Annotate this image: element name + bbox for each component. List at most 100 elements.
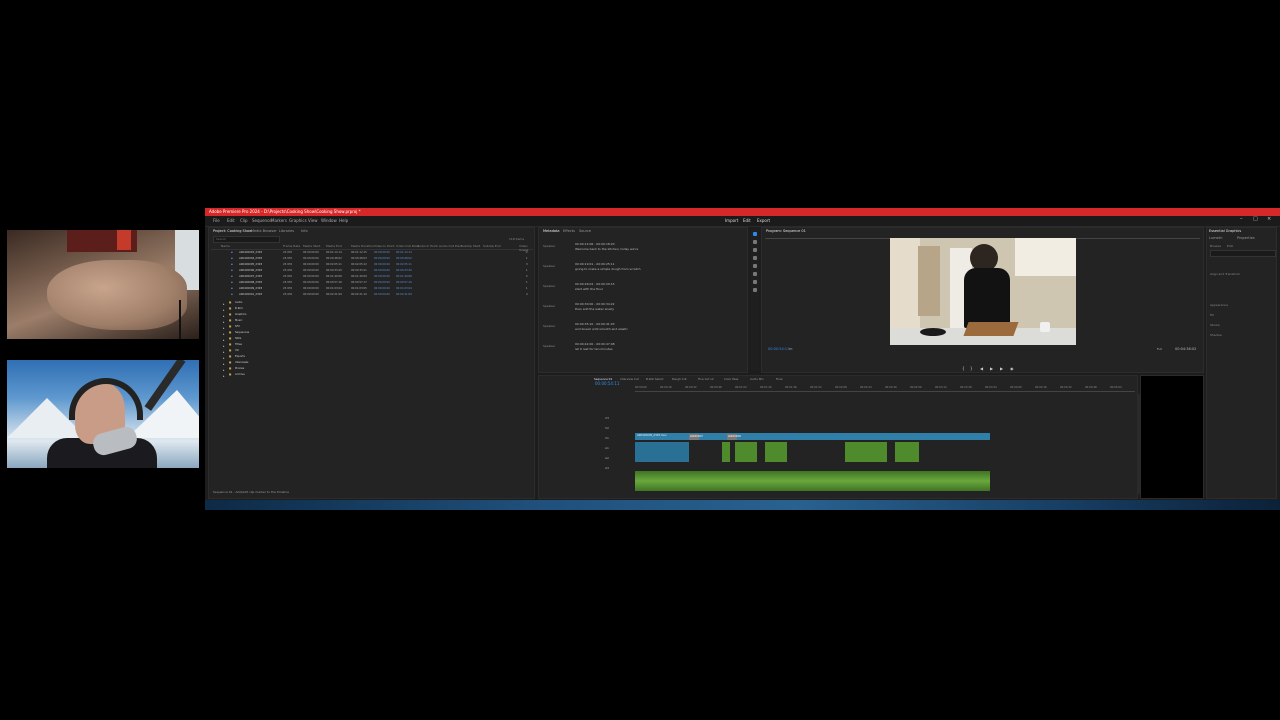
v2-clip-1[interactable]: A004C0007 bbox=[689, 434, 703, 440]
pen-tool-icon[interactable] bbox=[753, 272, 757, 276]
a1-clip-blue[interactable] bbox=[635, 442, 689, 462]
track-header[interactable]: A3 bbox=[605, 466, 609, 470]
a1-clip-green-1[interactable] bbox=[722, 442, 730, 462]
menu-markers[interactable]: Markers bbox=[271, 218, 287, 223]
ripple-edit-icon[interactable] bbox=[753, 248, 757, 252]
program-timecode[interactable]: 00:00:54:11 bbox=[768, 347, 789, 351]
menu-sequence[interactable]: Sequence bbox=[252, 218, 272, 223]
bin-item[interactable]: ▸ ■ Audio bbox=[211, 301, 531, 306]
expand-icon[interactable]: ▸ bbox=[223, 362, 225, 366]
bin-item[interactable]: ▸ ■ SFX bbox=[211, 325, 531, 330]
table-row[interactable]: ▪ A004C0008_2303 23.976 00:00:00:00 00:00:57… bbox=[211, 281, 531, 286]
bin-item[interactable]: ▸ ■ Graphics bbox=[211, 313, 531, 318]
bin-item[interactable]: ▸ ■ Music bbox=[211, 319, 531, 324]
expand-icon[interactable]: ▸ bbox=[223, 356, 225, 360]
table-row[interactable]: ▪ A004C0009_2303 23.976 00:00:00:00 00:01:03… bbox=[211, 287, 531, 292]
razor-tool-icon[interactable] bbox=[753, 256, 757, 260]
bin-item[interactable]: ▸ ■ Proxies bbox=[211, 367, 531, 372]
col-media-end[interactable]: Media End bbox=[326, 244, 342, 248]
track-select-icon[interactable] bbox=[753, 240, 757, 244]
expand-icon[interactable]: ▸ bbox=[223, 338, 225, 342]
sequence-tab[interactable]: B-Roll Select bbox=[646, 377, 664, 381]
table-row[interactable]: ▪ A004C0006_2303 23.976 00:00:00:00 00:00:33… bbox=[211, 269, 531, 274]
sequence-tab[interactable]: Audio Mix bbox=[750, 377, 764, 381]
hand-tool-icon[interactable] bbox=[753, 280, 757, 284]
menu-help[interactable]: Help bbox=[339, 218, 348, 223]
a1-clip-green-4[interactable] bbox=[845, 442, 887, 462]
tab-project[interactable]: Project: Cooking Show bbox=[213, 229, 252, 233]
workspace-edit[interactable]: Edit bbox=[743, 218, 751, 223]
slip-tool-icon[interactable] bbox=[753, 264, 757, 268]
a1-clip-green-3[interactable] bbox=[765, 442, 787, 462]
bin-item[interactable]: ▸ ■ Archive bbox=[211, 373, 531, 378]
tab-program[interactable]: Program: Sequence 01 bbox=[766, 229, 806, 233]
a3-music-clip[interactable] bbox=[635, 471, 990, 491]
table-row[interactable]: ▪ A004C0003_2303 23.976 00:00:00:00 00:01:12… bbox=[211, 251, 531, 256]
col-frame-rate[interactable]: Frame Rate bbox=[283, 244, 300, 248]
quality-dropdown[interactable]: Full bbox=[1157, 347, 1162, 351]
menu-file[interactable]: File bbox=[213, 218, 220, 223]
mark-in-icon[interactable]: { bbox=[962, 366, 965, 371]
bin-item[interactable]: ▸ ■ Sequences bbox=[211, 331, 531, 336]
track-header[interactable]: V2 bbox=[605, 426, 609, 430]
sequence-tab[interactable]: Rough Cut bbox=[672, 377, 687, 381]
step-back-icon[interactable]: ◀ bbox=[980, 366, 983, 371]
mark-out-icon[interactable]: } bbox=[970, 366, 973, 371]
menu-window[interactable]: Window bbox=[321, 218, 337, 223]
sequence-tab[interactable]: Color Pass bbox=[724, 377, 738, 381]
tab-source[interactable]: Source bbox=[579, 229, 591, 233]
track-header[interactable]: A2 bbox=[605, 456, 609, 460]
expand-icon[interactable]: ▸ bbox=[223, 350, 225, 354]
tab-properties[interactable]: Properties bbox=[1237, 236, 1255, 240]
workspace-import[interactable]: Import bbox=[725, 218, 738, 223]
sequence-tab[interactable]: Final bbox=[776, 377, 782, 381]
timeline-timecode[interactable]: 00:00:54:11 bbox=[595, 381, 619, 386]
expand-icon[interactable]: ▸ bbox=[223, 326, 225, 330]
export-frame-icon[interactable]: ◉ bbox=[1010, 366, 1014, 371]
col-subclip-start[interactable]: Subclip Start bbox=[461, 244, 480, 248]
sequence-tab[interactable]: Interview Cut bbox=[620, 377, 639, 381]
table-row[interactable]: ▪ A004C0005_2303 23.976 00:00:00:00 00:02:05… bbox=[211, 263, 531, 268]
bin-item[interactable]: ▸ ■ Stills bbox=[211, 337, 531, 342]
bin-item[interactable]: ▸ ■ Interviews bbox=[211, 361, 531, 366]
table-row[interactable]: ▪ A004C0007_2303 23.976 00:00:00:00 00:01:40… bbox=[211, 275, 531, 280]
close-button[interactable]: × bbox=[1267, 216, 1271, 222]
expand-icon[interactable]: ▸ bbox=[223, 368, 225, 372]
workspace-export[interactable]: Export bbox=[757, 218, 770, 223]
bin-item[interactable]: ▸ ■ B-Roll bbox=[211, 307, 531, 312]
a1-clip-green-2[interactable] bbox=[735, 442, 757, 462]
track-header[interactable]: V1 bbox=[605, 436, 609, 440]
menu-clip[interactable]: Clip bbox=[240, 218, 248, 223]
menu-graphics[interactable]: Graphics bbox=[289, 218, 307, 223]
project-search-input[interactable]: Search bbox=[213, 236, 280, 243]
expand-icon[interactable]: ▸ bbox=[223, 314, 225, 318]
bin-item[interactable]: ▸ ■ Exports bbox=[211, 355, 531, 360]
col-name[interactable]: Name bbox=[221, 244, 230, 248]
step-forward-icon[interactable]: ▶ bbox=[1000, 366, 1003, 371]
play-icon[interactable]: ▶ bbox=[990, 366, 993, 371]
v2-clip-2[interactable]: A004C0009 bbox=[727, 434, 741, 440]
tab-essential-graphics[interactable]: Essential Graphics bbox=[1209, 229, 1241, 233]
selection-tool-icon[interactable] bbox=[753, 232, 757, 236]
tab-metadata[interactable]: Metadata bbox=[543, 229, 560, 233]
minimize-button[interactable]: – bbox=[1240, 216, 1243, 222]
sequence-tab[interactable]: Fine Cut v2 bbox=[698, 377, 714, 381]
col-video-in[interactable]: Video In Point bbox=[374, 244, 395, 248]
col-media-duration[interactable]: Media Duration bbox=[351, 244, 374, 248]
expand-icon[interactable]: ▸ bbox=[223, 302, 225, 306]
table-row[interactable]: ▪ A004C0010_2303 23.976 00:00:00:00 00:02:21… bbox=[211, 293, 531, 298]
expand-icon[interactable]: ▸ bbox=[223, 320, 225, 324]
type-tool-icon[interactable] bbox=[753, 288, 757, 292]
col-subclip-end[interactable]: Subclip End bbox=[483, 244, 501, 248]
expand-icon[interactable]: ▸ bbox=[223, 308, 225, 312]
eg-browse[interactable]: Browse bbox=[1210, 244, 1221, 248]
tab-libraries[interactable]: Libraries bbox=[279, 229, 294, 233]
eg-shadow[interactable]: Shadow bbox=[1210, 333, 1222, 337]
tab-media-browser[interactable]: Media Browser bbox=[251, 229, 277, 233]
col-video-out[interactable]: Video Out Point bbox=[396, 244, 419, 248]
eg-dropdown[interactable] bbox=[1210, 250, 1276, 257]
menu-view[interactable]: View bbox=[308, 218, 318, 223]
menu-edit[interactable]: Edit bbox=[227, 218, 235, 223]
eg-stroke[interactable]: Stroke bbox=[1210, 323, 1220, 327]
col-audio-in[interactable]: Audio In Point bbox=[417, 244, 438, 248]
